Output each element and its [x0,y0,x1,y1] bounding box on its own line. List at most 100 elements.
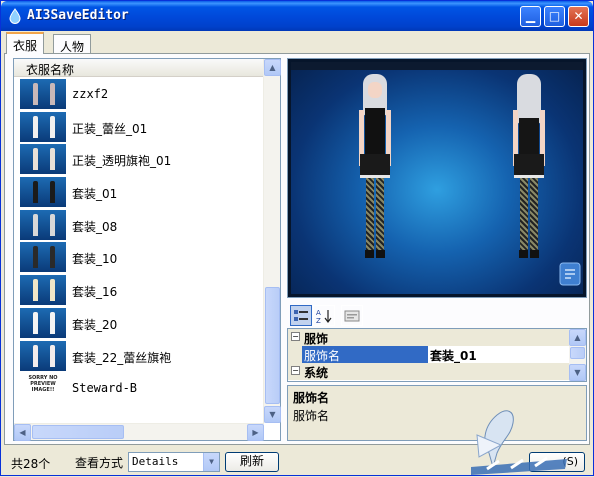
scroll-up-button[interactable]: ▲ [569,329,586,346]
chevron-up-icon: ▲ [574,333,581,342]
clothes-thumbnail [20,144,66,175]
chevron-left-icon: ◀ [19,428,26,437]
clothes-thumbnail [20,79,66,109]
vertical-scroll-thumb[interactable] [570,347,585,359]
chevron-up-icon: ▲ [269,63,276,72]
list-item-label: 套装_16 [72,285,118,300]
category-label: 系统 [304,366,329,380]
alphabetical-button[interactable]: A Z [313,305,335,326]
column-header-clothes-name[interactable]: 衣服名称 [14,59,264,77]
tab-characters[interactable]: 人物 [53,34,92,54]
no-preview-text: SORRY NO PREVIEW IMAGE!! [28,375,58,394]
property-row[interactable]: 服饰名 套装_01 [288,346,586,363]
clothes-tab-panel: 衣服名称 zzxf2 正装_蕾丝_01 正装_透明旗袍_01 套装_01 套装_… [4,53,590,445]
list-item[interactable]: 套装_08 [14,209,264,242]
view-mode-select[interactable]: Details ▼ [128,452,220,472]
list-item[interactable]: 套装_22_蕾丝旗袍 [14,340,264,373]
clothes-list-rows: zzxf2 正装_蕾丝_01 正装_透明旗袍_01 套装_01 套装_08 套装… [14,78,264,424]
list-item-label: 套装_01 [72,187,118,202]
clothes-preview [287,58,587,298]
clothes-list[interactable]: 衣服名称 zzxf2 正装_蕾丝_01 正装_透明旗袍_01 套装_01 套装_… [13,58,281,441]
property-grid[interactable]: − 服饰 服饰名 套装_01 − 系统 ▲ ▼ [287,328,587,382]
vertical-scroll-thumb[interactable] [265,287,280,404]
app-window: AI3SaveEditor ▁ □ ✕ 衣服 人物 衣服名称 zzxf2 正装_… [0,0,594,476]
list-item[interactable]: zzxf2 [14,78,264,111]
property-value[interactable]: 套装_01 [430,347,477,364]
list-item-label: zzxf2 [72,87,109,101]
scroll-down-button[interactable]: ▼ [264,406,281,423]
preview-stage [291,62,583,294]
tab-characters-label: 人物 [60,40,85,54]
clothes-thumbnail [20,340,66,371]
property-pages-icon [344,310,360,322]
refresh-button[interactable]: 刷新 [225,452,279,472]
list-horizontal-scrollbar[interactable]: ◀ ▶ [14,423,264,441]
refresh-button-label: 刷新 [239,454,264,468]
item-count: 共28个 [11,457,51,471]
list-item[interactable]: 正装_蕾丝_01 [14,111,264,144]
no-preview-thumbnail: SORRY NO PREVIEW IMAGE!! [20,373,66,404]
character-back-view [509,74,549,284]
scroll-down-button[interactable]: ▼ [569,364,586,381]
list-item[interactable]: 套装_20 [14,307,264,340]
list-item[interactable]: 套装_10 [14,241,264,274]
clothes-thumbnail [20,242,66,273]
list-item-label: 正装_透明旗袍_01 [72,154,172,169]
property-grid-toolbar: A Z [287,304,587,328]
list-item-label: 正装_蕾丝_01 [72,121,148,136]
property-pages-button[interactable] [341,305,363,326]
clothes-thumbnail [20,275,66,306]
site-watermark-logo [471,410,567,475]
list-item-label: 套装_10 [72,252,118,267]
maximize-icon: □ [548,9,561,23]
categorized-icon [294,310,308,321]
chevron-right-icon: ▶ [252,428,259,437]
view-mode-value: Details [132,455,179,468]
property-name[interactable]: 服饰名 [302,346,428,363]
view-mode-label: 查看方式 [75,456,124,470]
character-front-view [355,74,395,284]
scroll-right-button[interactable]: ▶ [247,424,264,441]
svg-text:Z: Z [316,317,321,324]
clothes-thumbnail [20,177,66,208]
list-item[interactable]: 套装_16 [14,274,264,307]
list-item[interactable]: 正装_透明旗袍_01 [14,143,264,176]
clothes-thumbnail [20,307,66,338]
list-item-label: 套装_22_蕾丝旗袍 [72,350,172,365]
title-bar[interactable]: AI3SaveEditor ▁ □ ✕ [1,1,593,31]
chevron-down-icon: ▼ [269,410,276,419]
list-item-label: 套装_08 [72,219,118,234]
minimize-icon: ▁ [525,9,536,23]
list-item-label: 套装_20 [72,317,118,332]
tab-clothes-label: 衣服 [13,39,38,53]
maximize-button[interactable]: □ [544,6,565,27]
list-item-label: Steward-B [72,381,138,396]
list-item[interactable]: SORRY NO PREVIEW IMAGE!! Steward-B [14,372,264,405]
category-row[interactable]: − 服饰 [288,329,586,346]
tab-clothes[interactable]: 衣服 [6,32,45,54]
collapse-icon[interactable]: − [291,366,300,375]
scroll-left-button[interactable]: ◀ [14,424,31,441]
app-icon [9,8,21,24]
description-title: 服饰名 [293,391,330,405]
svg-text:A: A [316,309,321,317]
chevron-down-icon: ▼ [209,457,214,466]
clothes-thumbnail [20,209,66,240]
window-title: AI3SaveEditor [27,8,129,23]
preview-top-stripe [291,62,583,70]
chevron-down-icon: ▼ [574,368,581,377]
close-icon: ✕ [573,9,584,23]
categorized-button[interactable] [290,305,312,326]
scroll-up-button[interactable]: ▲ [264,59,281,76]
category-row[interactable]: − 系统 [288,363,586,380]
dropdown-arrow-button[interactable]: ▼ [203,453,219,471]
horizontal-scroll-thumb[interactable] [32,425,124,439]
list-vertical-scrollbar[interactable]: ▲ ▼ [263,59,281,423]
collapse-icon[interactable]: − [291,332,300,341]
close-button[interactable]: ✕ [568,6,589,27]
minimize-button[interactable]: ▁ [520,6,541,27]
list-item[interactable]: 套装_01 [14,176,264,209]
preview-badge-icon [559,262,581,286]
column-header-label: 衣服名称 [26,63,75,77]
property-grid-scrollbar[interactable]: ▲ ▼ [569,329,586,381]
